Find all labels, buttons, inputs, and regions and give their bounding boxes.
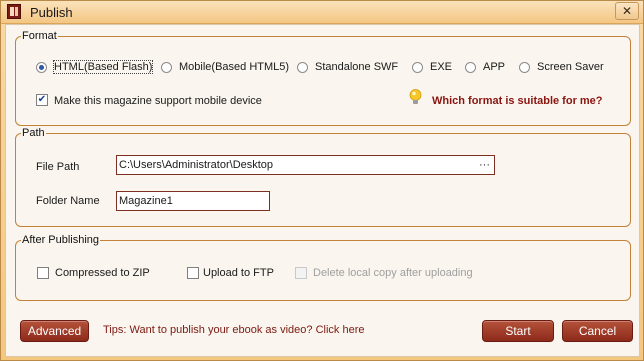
radio-label-app[interactable]: APP <box>483 61 505 73</box>
upload-ftp-checkbox[interactable] <box>187 267 199 279</box>
title-bar: Publish ✕ <box>1 1 643 24</box>
folder-name-label: Folder Name <box>36 195 100 207</box>
file-path-label: File Path <box>36 161 80 173</box>
path-legend: Path <box>22 127 45 139</box>
folder-name-input[interactable]: Magazine1 <box>116 191 270 211</box>
radio-app[interactable] <box>465 62 476 73</box>
format-group: Format <box>15 30 631 126</box>
radio-label-mobile-html5[interactable]: Mobile(Based HTML5) <box>179 61 289 73</box>
which-format-link[interactable]: Which format is suitable for me? <box>432 95 603 107</box>
publish-dialog: Publish ✕ Format HTML(Based Flash) Mobil… <box>0 0 644 361</box>
compressed-zip-label[interactable]: Compressed to ZIP <box>55 267 150 279</box>
path-group: Path <box>15 127 631 227</box>
radio-screen-saver[interactable] <box>519 62 530 73</box>
lightbulb-icon <box>409 89 422 104</box>
delete-local-label: Delete local copy after uploading <box>313 267 473 279</box>
book-app-icon <box>7 4 21 19</box>
start-button[interactable]: Start <box>482 320 554 342</box>
dialog-body: Format HTML(Based Flash) Mobile(Based HT… <box>5 24 640 357</box>
radio-label-standalone-swf[interactable]: Standalone SWF <box>315 61 398 73</box>
window-title: Publish <box>30 5 73 20</box>
delete-local-checkbox <box>295 267 307 279</box>
radio-label-screen-saver[interactable]: Screen Saver <box>537 61 604 73</box>
compressed-zip-checkbox[interactable] <box>37 267 49 279</box>
radio-label-exe[interactable]: EXE <box>430 61 452 73</box>
folder-name-value: Magazine1 <box>119 195 173 207</box>
radio-mobile-html5[interactable] <box>161 62 172 73</box>
mobile-support-checkbox[interactable]: ✔ <box>36 94 48 106</box>
after-publishing-legend: After Publishing <box>22 234 100 246</box>
close-button[interactable]: ✕ <box>615 2 639 20</box>
file-path-input[interactable]: C:\Users\Administrator\Desktop ··· <box>116 155 495 175</box>
file-path-value: C:\Users\Administrator\Desktop <box>119 159 274 171</box>
mobile-support-label[interactable]: Make this magazine support mobile device <box>54 95 262 107</box>
radio-standalone-swf[interactable] <box>297 62 308 73</box>
browse-button[interactable]: ··· <box>479 156 490 174</box>
radio-html-flash[interactable] <box>36 62 47 73</box>
advanced-button[interactable]: Advanced <box>20 320 89 342</box>
upload-ftp-label[interactable]: Upload to FTP <box>203 267 274 279</box>
format-legend: Format <box>22 30 57 42</box>
radio-label-html-flash[interactable]: HTML(Based Flash) <box>52 60 154 74</box>
tips-video-link[interactable]: Tips: Want to publish your ebook as vide… <box>103 324 364 336</box>
radio-exe[interactable] <box>412 62 423 73</box>
cancel-button[interactable]: Cancel <box>562 320 633 342</box>
